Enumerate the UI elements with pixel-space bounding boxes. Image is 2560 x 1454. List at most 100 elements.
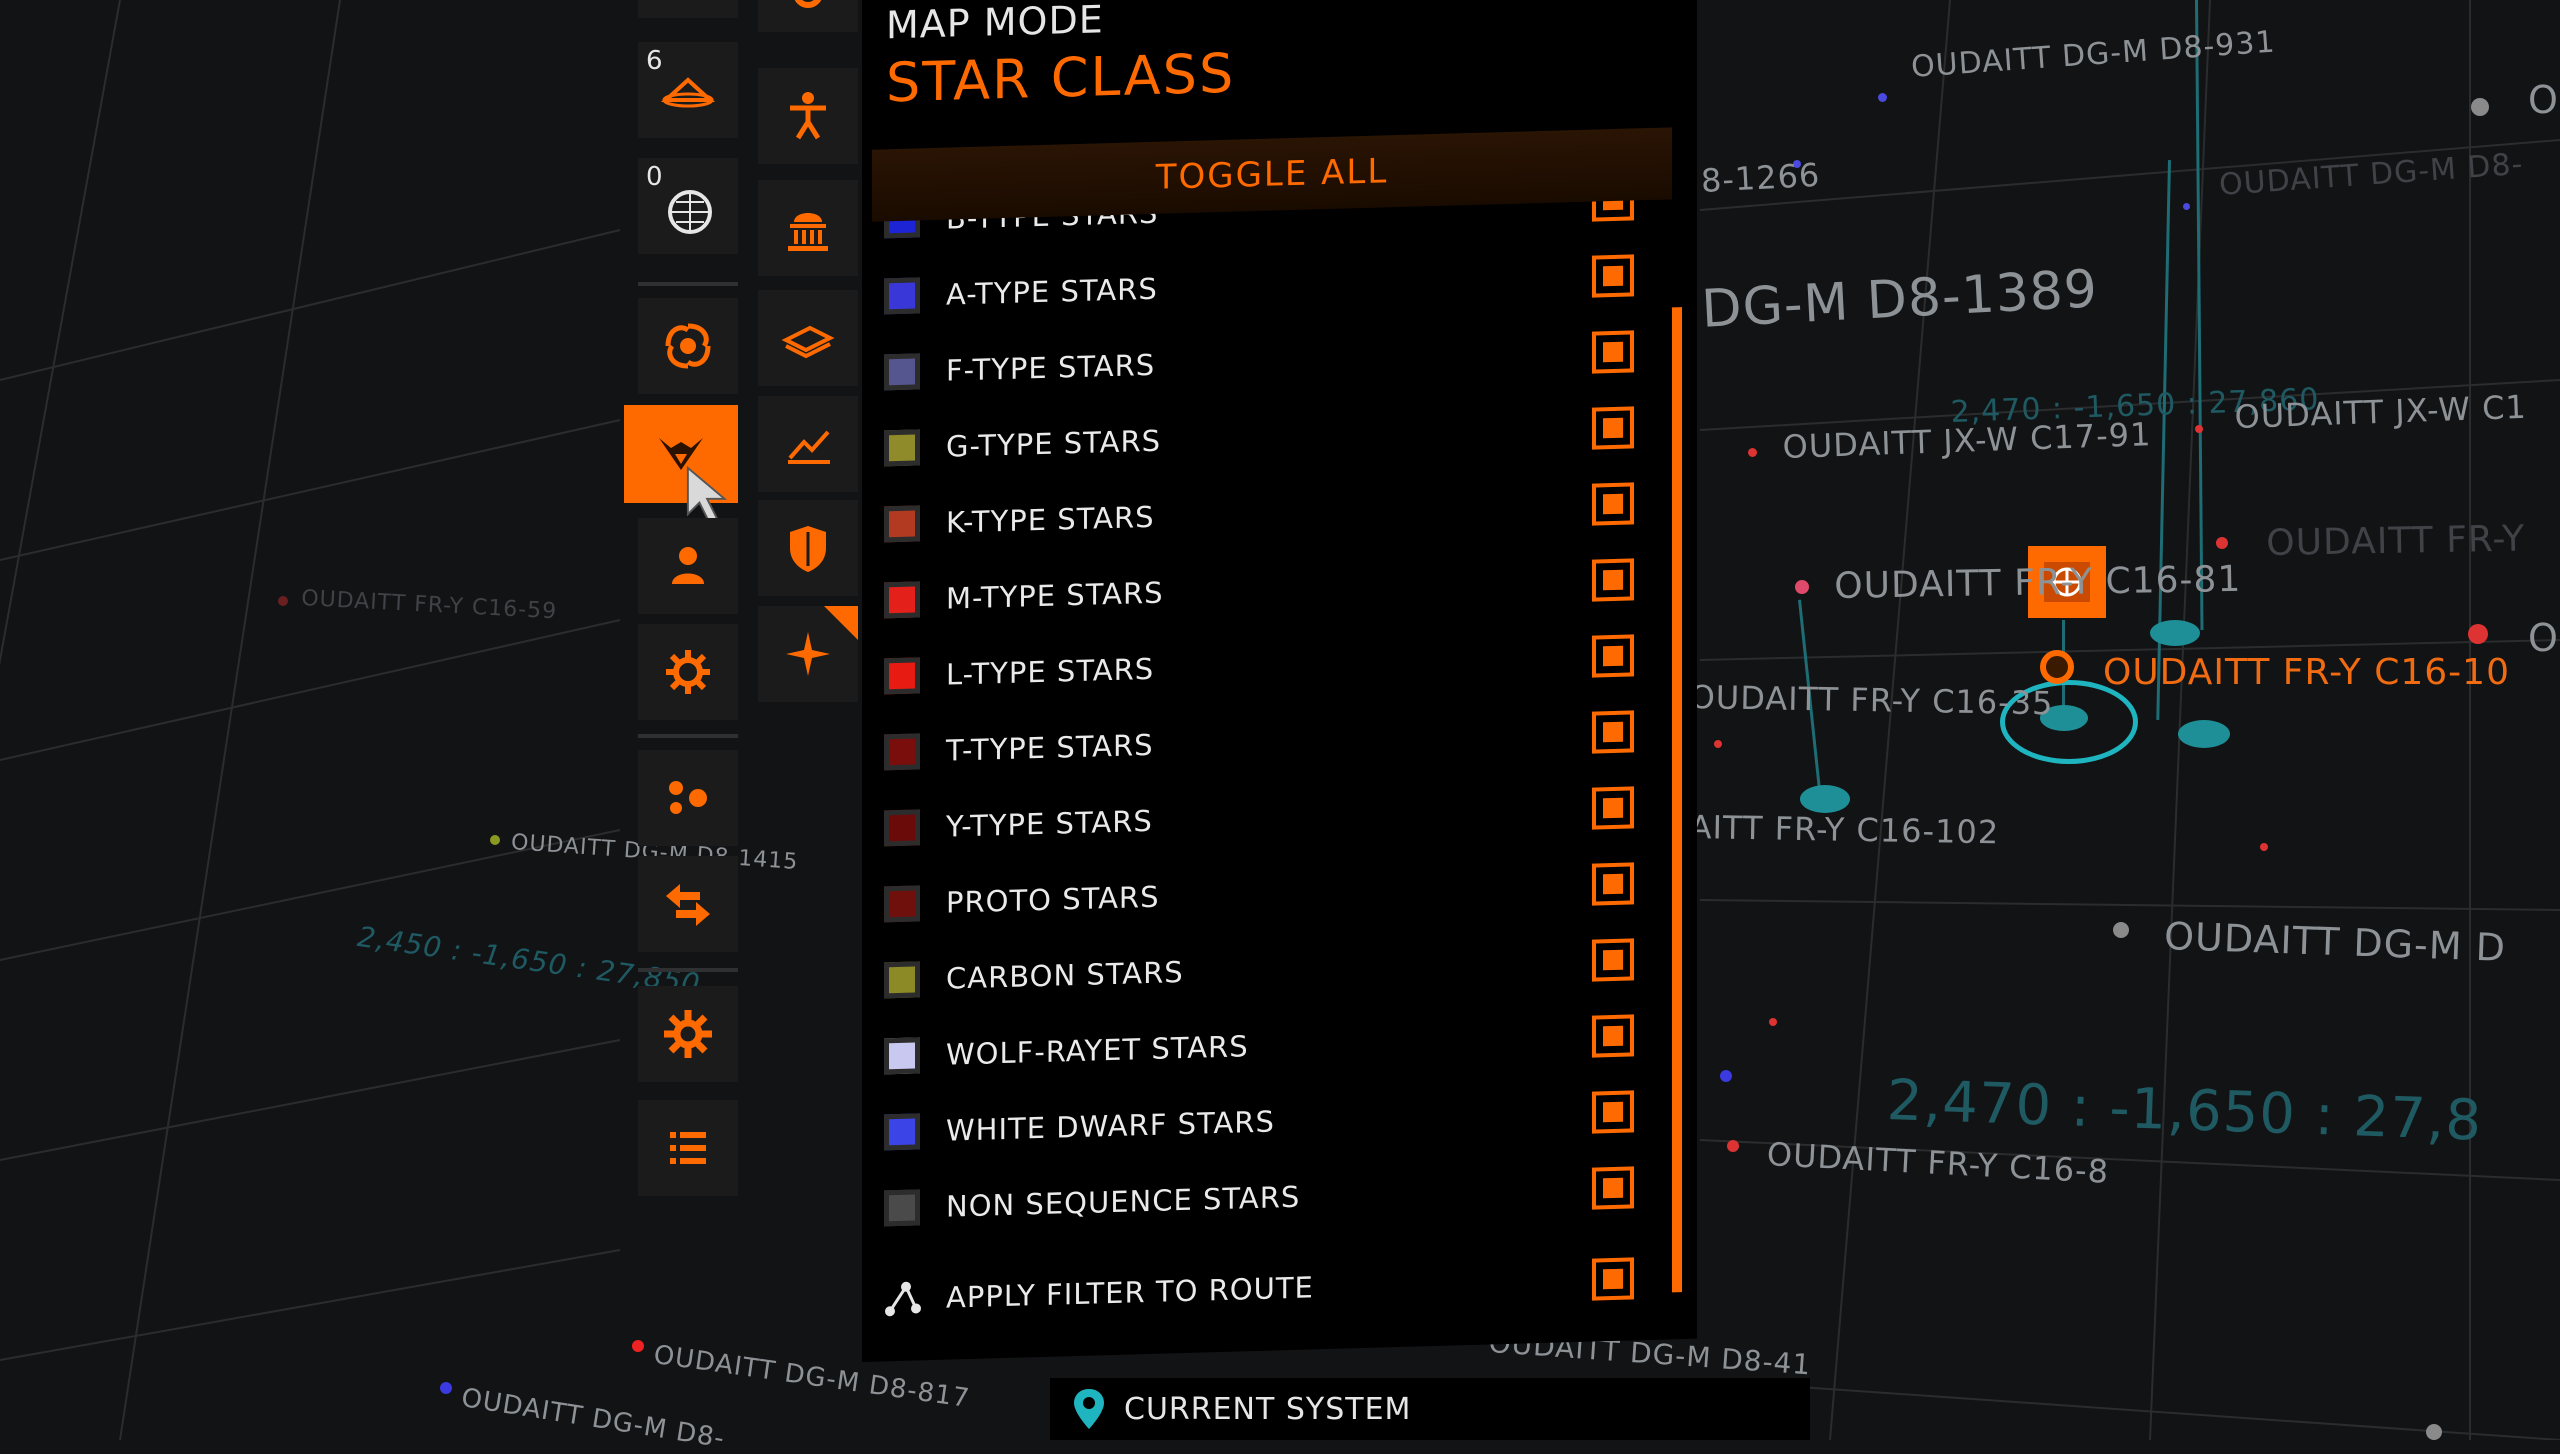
system-label[interactable]: OUDAITT FR-Y C16-81 — [1834, 559, 2242, 607]
star-color-swatch — [884, 1189, 920, 1227]
government-filter-button[interactable] — [638, 518, 738, 614]
star-dot[interactable] — [2260, 843, 2268, 851]
system-pad — [2178, 720, 2230, 748]
star-dot[interactable] — [2216, 537, 2228, 549]
filter-checkbox[interactable] — [1592, 482, 1634, 526]
filter-checkbox[interactable] — [1592, 710, 1634, 754]
star-color-swatch — [884, 1037, 920, 1075]
system-label[interactable]: O — [2528, 616, 2559, 660]
system-label[interactable]: AITT FR-Y C16-102 — [1689, 808, 1999, 851]
population-filter-button[interactable]: 0 — [638, 158, 738, 254]
person-icon — [672, 547, 704, 584]
stats-button[interactable] — [758, 396, 858, 492]
filter-row[interactable]: WHITE DWARF STARS — [884, 1076, 1664, 1168]
government-button[interactable] — [758, 180, 858, 276]
filter-row[interactable]: G-TYPE STARS — [884, 392, 1664, 484]
galaxy-map-view[interactable]: OUDAITT DG-M D8-931 OUDAITT DG-M D8- 8-1… — [0, 0, 2560, 1454]
planets-filter-button[interactable]: 6 — [638, 42, 738, 138]
star-dot[interactable] — [1748, 448, 1757, 457]
star-dot[interactable] — [2195, 425, 2203, 433]
location-pin-icon — [1074, 1389, 1104, 1429]
swap-arrows-icon — [666, 884, 710, 926]
corner-flag-icon — [824, 606, 858, 640]
filter-checkbox[interactable] — [1592, 406, 1634, 450]
star-dot[interactable] — [1795, 580, 1809, 594]
list-icon — [670, 1132, 706, 1164]
star-dot[interactable] — [2471, 98, 2489, 116]
star-color-swatch — [884, 885, 920, 923]
selected-system-marker[interactable] — [2040, 650, 2074, 684]
star-dot[interactable] — [1769, 1018, 1777, 1026]
divider — [638, 734, 738, 738]
apply-filter-to-route-row[interactable]: APPLY FILTER TO ROUTE — [884, 1243, 1664, 1335]
filter-checkbox[interactable] — [1592, 254, 1634, 298]
system-label[interactable]: OUDAITT FR-Y C16-35 — [1689, 678, 2053, 722]
squadron-button[interactable] — [638, 750, 738, 846]
filter-label: G-TYPE STARS — [946, 423, 1161, 464]
economy-button[interactable] — [758, 290, 858, 386]
filter-checkbox[interactable] — [1592, 558, 1634, 602]
star-dot[interactable] — [2468, 624, 2488, 644]
filter-checkbox[interactable] — [1592, 330, 1634, 374]
route-icon — [885, 1281, 921, 1317]
selected-system-label[interactable]: OUDAITT FR-Y C16-10 — [2103, 652, 2510, 693]
system-label[interactable]: OUDAITT FR-Y — [2266, 518, 2525, 564]
star-dot[interactable] — [2183, 203, 2190, 210]
star-dot[interactable] — [2426, 1424, 2442, 1440]
filter-row[interactable]: F-TYPE STARS — [884, 316, 1664, 408]
settings-button[interactable] — [638, 986, 738, 1082]
star-color-swatch — [884, 657, 920, 695]
star-dot[interactable] — [440, 1382, 452, 1394]
filter-label: T-TYPE STARS — [946, 727, 1154, 768]
mode-button-top[interactable] — [758, 0, 858, 32]
filter-button-top[interactable] — [638, 0, 738, 18]
filter-row[interactable]: K-TYPE STARS — [884, 468, 1664, 560]
filter-checkbox[interactable] — [1592, 938, 1634, 982]
star-dot[interactable] — [1720, 1070, 1732, 1082]
panel-subtitle: STAR CLASS — [886, 41, 1236, 115]
system-label[interactable]: O — [2528, 78, 2559, 122]
line-chart-icon — [788, 430, 830, 464]
filter-checkbox[interactable] — [1592, 1166, 1634, 1210]
filter-row[interactable]: L-TYPE STARS — [884, 620, 1664, 712]
star-dot[interactable] — [2113, 922, 2129, 938]
filter-row[interactable]: A-TYPE STARS — [884, 240, 1664, 332]
swirl-icon — [665, 323, 711, 369]
trade-routes-button[interactable] — [638, 856, 738, 952]
filter-row[interactable]: PROTO STARS — [884, 848, 1664, 940]
current-system-bar[interactable]: CURRENT SYSTEM — [1050, 1378, 1810, 1440]
filter-checkbox[interactable] — [1592, 1090, 1634, 1134]
filter-checkbox[interactable] — [1592, 862, 1634, 906]
filter-row[interactable]: CARBON STARS — [884, 924, 1664, 1016]
filter-checkbox[interactable] — [1592, 786, 1634, 830]
star-dot[interactable] — [1727, 1140, 1739, 1152]
apply-filter-checkbox[interactable] — [1592, 1257, 1634, 1301]
star-dot[interactable] — [1878, 93, 1887, 102]
star-color-swatch — [884, 429, 920, 467]
star-dot[interactable] — [490, 835, 500, 845]
star-class-mode-button[interactable] — [624, 405, 738, 524]
filter-row[interactable]: NON SEQUENCE STARS — [884, 1152, 1664, 1244]
powerplay-button[interactable] — [758, 606, 858, 702]
star-dot[interactable] — [278, 596, 288, 606]
economy-filter-button[interactable] — [638, 624, 738, 720]
filter-checkbox[interactable] — [1592, 1014, 1634, 1058]
filter-row[interactable]: WOLF-RAYET STARS — [884, 1000, 1664, 1092]
star-dot[interactable] — [632, 1340, 644, 1352]
filter-row[interactable]: M-TYPE STARS — [884, 544, 1664, 636]
system-label[interactable]: 8-1266 — [1700, 156, 1821, 200]
system-pad — [1800, 785, 1850, 813]
allegiance-button[interactable] — [758, 68, 858, 164]
star-color-swatch — [884, 809, 920, 847]
cog-partial-icon — [794, 0, 822, 8]
filter-row[interactable]: Y-TYPE STARS — [884, 772, 1664, 864]
galaxy-map-mode-button[interactable] — [638, 298, 738, 394]
filter-label: PROTO STARS — [946, 879, 1160, 920]
filter-checkbox[interactable] — [1592, 634, 1634, 678]
star-color-swatch — [884, 353, 920, 391]
filter-row[interactable]: T-TYPE STARS — [884, 696, 1664, 788]
security-button[interactable] — [758, 500, 858, 596]
list-view-button[interactable] — [638, 1100, 738, 1196]
panel-scrollbar[interactable] — [1672, 307, 1682, 1293]
star-dot[interactable] — [1714, 740, 1722, 748]
